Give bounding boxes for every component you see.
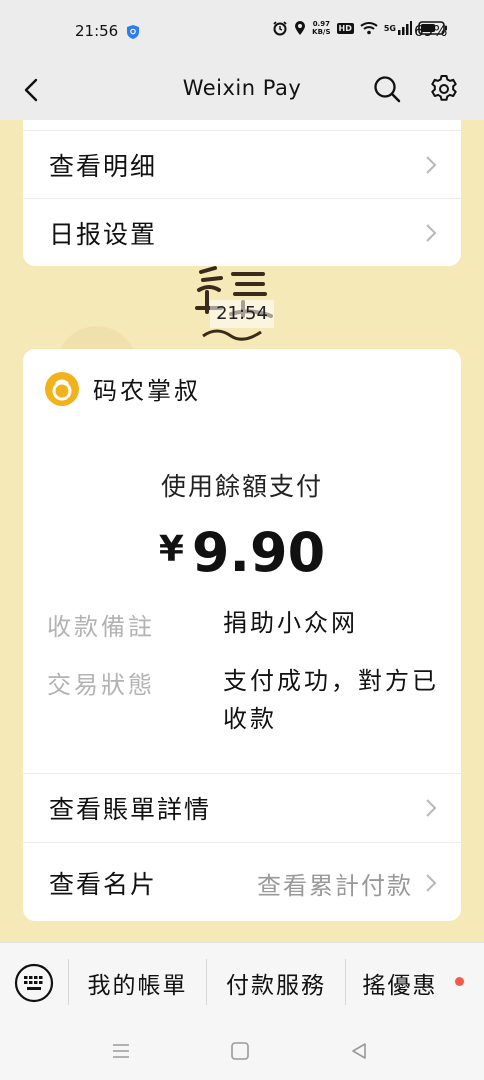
bottom-menu-bar: 我的帳單 付款服務 搖優惠: [0, 942, 484, 1022]
payee-name: 码农掌叔: [93, 377, 201, 405]
back-triangle-icon[interactable]: [348, 1040, 370, 1062]
amount-value: 9.90: [191, 521, 326, 584]
view-cumulative-payments[interactable]: 查看累計付款: [257, 866, 413, 901]
view-bill-details-label: 查看賬單詳情: [49, 795, 212, 824]
payment-method: 使用餘額支付: [160, 472, 323, 501]
message-timestamp: 21:54: [210, 300, 274, 328]
daily-report-settings-row[interactable]: 日报设置: [23, 199, 461, 267]
system-navigation-bar: [0, 1022, 484, 1080]
status-bar: 21:56 0.97 KB/S HD 5G 69%: [0, 0, 484, 62]
status-time: 21:56: [75, 22, 119, 40]
divider: [23, 842, 461, 843]
keyboard-icon[interactable]: [14, 963, 54, 1003]
payee-avatar-icon: [45, 372, 79, 406]
view-details-row[interactable]: 查看明细: [23, 131, 461, 199]
signal-5g-label: 5G: [383, 23, 396, 33]
hd-badge: HD: [336, 22, 354, 34]
chevron-right-icon: [426, 224, 437, 242]
currency-symbol: ¥: [158, 529, 184, 570]
location-icon: [295, 21, 306, 35]
notification-dot: [455, 977, 464, 986]
payment-note-label: 收款備註: [47, 613, 155, 641]
payment-receipt-card: 码农掌叔 使用餘額支付 ¥9.90 收款備註 捐助小众网 交易狀態 支付成功，對…: [23, 349, 461, 921]
gear-icon[interactable]: [428, 73, 460, 105]
view-business-card-label: 查看名片: [49, 870, 158, 899]
transaction-status-value: 支付成功，對方已收款: [223, 667, 439, 733]
payment-note-value: 捐助小众网: [223, 609, 358, 637]
menu-shake-discounts[interactable]: 搖優惠: [346, 959, 454, 1007]
battery-percent: 69%: [414, 22, 448, 40]
search-icon[interactable]: [372, 74, 402, 104]
payment-amount: ¥9.90: [23, 521, 461, 584]
transaction-status-label: 交易狀態: [47, 671, 155, 699]
home-icon[interactable]: [229, 1040, 251, 1062]
page-title: Weixin Pay: [182, 76, 302, 100]
net-speed-unit: KB/S: [312, 28, 331, 36]
wifi-icon: [360, 22, 378, 35]
previous-message-card: 查看明细 日报设置: [23, 120, 461, 266]
view-bill-details-row[interactable]: 查看賬單詳情: [23, 774, 461, 842]
alarm-icon: [273, 21, 287, 36]
nav-bar: Weixin Pay: [0, 62, 484, 120]
cell-signal-icon: [398, 21, 412, 35]
chevron-right-icon: [426, 874, 437, 892]
view-business-card-row[interactable]: 查看名片 查看累計付款: [23, 849, 461, 917]
menu-icon[interactable]: [110, 1040, 132, 1062]
view-details-label: 查看明细: [49, 152, 158, 181]
net-speed-value: 0.97: [312, 20, 330, 28]
shield-icon: [127, 25, 139, 39]
chevron-right-icon: [426, 156, 437, 174]
chevron-right-icon: [426, 799, 437, 817]
menu-my-bills[interactable]: 我的帳單: [69, 959, 206, 1007]
menu-payment-services[interactable]: 付款服務: [207, 959, 345, 1007]
net-speed: 0.97 KB/S: [312, 20, 330, 36]
daily-report-settings-label: 日报设置: [49, 220, 158, 249]
